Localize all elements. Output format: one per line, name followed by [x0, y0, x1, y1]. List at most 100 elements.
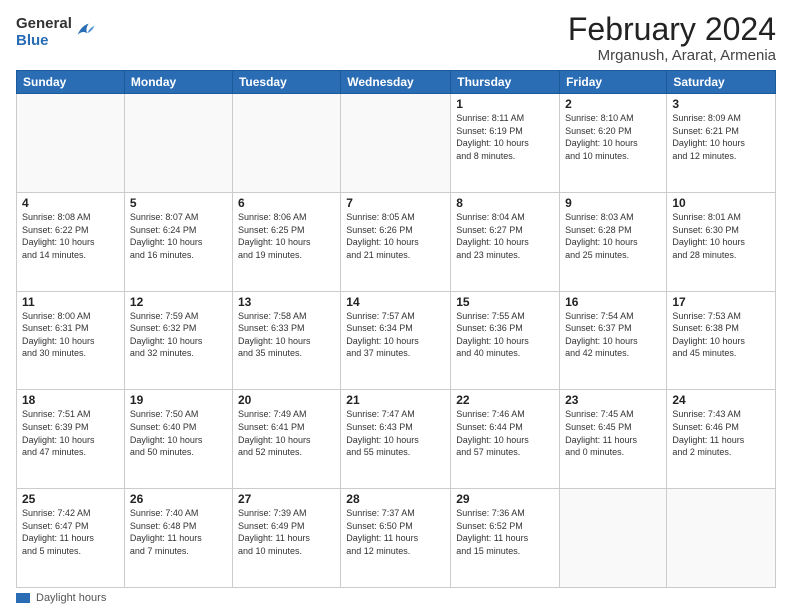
day-number: 5: [130, 196, 227, 210]
day-info: Sunrise: 7:51 AM Sunset: 6:39 PM Dayligh…: [22, 408, 119, 458]
day-number: 16: [565, 295, 661, 309]
day-number: 7: [346, 196, 445, 210]
day-number: 25: [22, 492, 119, 506]
day-info: Sunrise: 8:03 AM Sunset: 6:28 PM Dayligh…: [565, 211, 661, 261]
calendar-cell: 18Sunrise: 7:51 AM Sunset: 6:39 PM Dayli…: [17, 390, 125, 489]
logo-text: General Blue: [16, 16, 72, 49]
calendar-cell: [560, 489, 667, 588]
logo: General Blue: [16, 16, 96, 49]
day-number: 4: [22, 196, 119, 210]
day-info: Sunrise: 7:43 AM Sunset: 6:46 PM Dayligh…: [672, 408, 770, 458]
day-number: 1: [456, 97, 554, 111]
day-info: Sunrise: 8:09 AM Sunset: 6:21 PM Dayligh…: [672, 112, 770, 162]
day-number: 22: [456, 393, 554, 407]
day-number: 29: [456, 492, 554, 506]
day-info: Sunrise: 8:08 AM Sunset: 6:22 PM Dayligh…: [22, 211, 119, 261]
week-row-1: 4Sunrise: 8:08 AM Sunset: 6:22 PM Daylig…: [17, 192, 776, 291]
day-info: Sunrise: 7:58 AM Sunset: 6:33 PM Dayligh…: [238, 310, 335, 360]
day-info: Sunrise: 7:49 AM Sunset: 6:41 PM Dayligh…: [238, 408, 335, 458]
calendar-cell: 24Sunrise: 7:43 AM Sunset: 6:46 PM Dayli…: [667, 390, 776, 489]
calendar-cell: 2Sunrise: 8:10 AM Sunset: 6:20 PM Daylig…: [560, 94, 667, 193]
logo-blue: Blue: [16, 33, 72, 50]
page: General Blue February 2024 Mrganush, Ara…: [0, 0, 792, 612]
day-number: 6: [238, 196, 335, 210]
day-number: 8: [456, 196, 554, 210]
day-number: 26: [130, 492, 227, 506]
calendar-cell: [667, 489, 776, 588]
calendar-cell: 27Sunrise: 7:39 AM Sunset: 6:49 PM Dayli…: [232, 489, 340, 588]
calendar-table: SundayMondayTuesdayWednesdayThursdayFrid…: [16, 70, 776, 588]
calendar-cell: [17, 94, 125, 193]
day-number: 20: [238, 393, 335, 407]
calendar-cell: 16Sunrise: 7:54 AM Sunset: 6:37 PM Dayli…: [560, 291, 667, 390]
day-info: Sunrise: 7:46 AM Sunset: 6:44 PM Dayligh…: [456, 408, 554, 458]
bird-icon: [74, 20, 96, 42]
calendar-cell: 11Sunrise: 8:00 AM Sunset: 6:31 PM Dayli…: [17, 291, 125, 390]
day-info: Sunrise: 7:42 AM Sunset: 6:47 PM Dayligh…: [22, 507, 119, 557]
day-info: Sunrise: 8:05 AM Sunset: 6:26 PM Dayligh…: [346, 211, 445, 261]
day-number: 2: [565, 97, 661, 111]
week-row-0: 1Sunrise: 8:11 AM Sunset: 6:19 PM Daylig…: [17, 94, 776, 193]
day-number: 9: [565, 196, 661, 210]
day-info: Sunrise: 8:06 AM Sunset: 6:25 PM Dayligh…: [238, 211, 335, 261]
calendar-cell: 15Sunrise: 7:55 AM Sunset: 6:36 PM Dayli…: [451, 291, 560, 390]
day-number: 3: [672, 97, 770, 111]
calendar-cell: 22Sunrise: 7:46 AM Sunset: 6:44 PM Dayli…: [451, 390, 560, 489]
week-row-4: 25Sunrise: 7:42 AM Sunset: 6:47 PM Dayli…: [17, 489, 776, 588]
weekday-wednesday: Wednesday: [341, 71, 451, 94]
footer: Daylight hours: [16, 592, 776, 604]
calendar-cell: [232, 94, 340, 193]
day-info: Sunrise: 7:55 AM Sunset: 6:36 PM Dayligh…: [456, 310, 554, 360]
calendar-cell: 8Sunrise: 8:04 AM Sunset: 6:27 PM Daylig…: [451, 192, 560, 291]
day-number: 21: [346, 393, 445, 407]
weekday-friday: Friday: [560, 71, 667, 94]
day-number: 13: [238, 295, 335, 309]
day-info: Sunrise: 7:40 AM Sunset: 6:48 PM Dayligh…: [130, 507, 227, 557]
logo-general: General: [16, 16, 72, 33]
calendar-cell: 25Sunrise: 7:42 AM Sunset: 6:47 PM Dayli…: [17, 489, 125, 588]
calendar-cell: 20Sunrise: 7:49 AM Sunset: 6:41 PM Dayli…: [232, 390, 340, 489]
day-info: Sunrise: 7:50 AM Sunset: 6:40 PM Dayligh…: [130, 408, 227, 458]
week-row-3: 18Sunrise: 7:51 AM Sunset: 6:39 PM Dayli…: [17, 390, 776, 489]
legend-box: [16, 593, 30, 603]
legend-label: Daylight hours: [36, 592, 106, 604]
week-row-2: 11Sunrise: 8:00 AM Sunset: 6:31 PM Dayli…: [17, 291, 776, 390]
calendar-cell: 7Sunrise: 8:05 AM Sunset: 6:26 PM Daylig…: [341, 192, 451, 291]
day-number: 24: [672, 393, 770, 407]
weekday-thursday: Thursday: [451, 71, 560, 94]
weekday-tuesday: Tuesday: [232, 71, 340, 94]
header-right: February 2024 Mrganush, Ararat, Armenia: [568, 12, 776, 64]
calendar-cell: 26Sunrise: 7:40 AM Sunset: 6:48 PM Dayli…: [124, 489, 232, 588]
day-number: 27: [238, 492, 335, 506]
month-title: February 2024: [568, 12, 776, 47]
day-number: 15: [456, 295, 554, 309]
calendar-cell: 29Sunrise: 7:36 AM Sunset: 6:52 PM Dayli…: [451, 489, 560, 588]
day-info: Sunrise: 8:10 AM Sunset: 6:20 PM Dayligh…: [565, 112, 661, 162]
day-number: 18: [22, 393, 119, 407]
day-info: Sunrise: 8:11 AM Sunset: 6:19 PM Dayligh…: [456, 112, 554, 162]
location-title: Mrganush, Ararat, Armenia: [568, 47, 776, 64]
day-number: 11: [22, 295, 119, 309]
top-section: General Blue February 2024 Mrganush, Ara…: [16, 12, 776, 64]
day-info: Sunrise: 8:04 AM Sunset: 6:27 PM Dayligh…: [456, 211, 554, 261]
calendar-cell: [341, 94, 451, 193]
day-info: Sunrise: 8:07 AM Sunset: 6:24 PM Dayligh…: [130, 211, 227, 261]
calendar-cell: 17Sunrise: 7:53 AM Sunset: 6:38 PM Dayli…: [667, 291, 776, 390]
calendar-cell: 23Sunrise: 7:45 AM Sunset: 6:45 PM Dayli…: [560, 390, 667, 489]
calendar-cell: 6Sunrise: 8:06 AM Sunset: 6:25 PM Daylig…: [232, 192, 340, 291]
calendar-cell: 19Sunrise: 7:50 AM Sunset: 6:40 PM Dayli…: [124, 390, 232, 489]
calendar-cell: 13Sunrise: 7:58 AM Sunset: 6:33 PM Dayli…: [232, 291, 340, 390]
day-info: Sunrise: 7:39 AM Sunset: 6:49 PM Dayligh…: [238, 507, 335, 557]
day-info: Sunrise: 7:37 AM Sunset: 6:50 PM Dayligh…: [346, 507, 445, 557]
calendar-cell: 14Sunrise: 7:57 AM Sunset: 6:34 PM Dayli…: [341, 291, 451, 390]
day-number: 10: [672, 196, 770, 210]
calendar-cell: 5Sunrise: 8:07 AM Sunset: 6:24 PM Daylig…: [124, 192, 232, 291]
calendar-cell: 4Sunrise: 8:08 AM Sunset: 6:22 PM Daylig…: [17, 192, 125, 291]
day-info: Sunrise: 7:59 AM Sunset: 6:32 PM Dayligh…: [130, 310, 227, 360]
legend: Daylight hours: [16, 592, 106, 604]
calendar-cell: 28Sunrise: 7:37 AM Sunset: 6:50 PM Dayli…: [341, 489, 451, 588]
day-number: 17: [672, 295, 770, 309]
day-info: Sunrise: 8:00 AM Sunset: 6:31 PM Dayligh…: [22, 310, 119, 360]
day-info: Sunrise: 7:53 AM Sunset: 6:38 PM Dayligh…: [672, 310, 770, 360]
calendar-cell: [124, 94, 232, 193]
